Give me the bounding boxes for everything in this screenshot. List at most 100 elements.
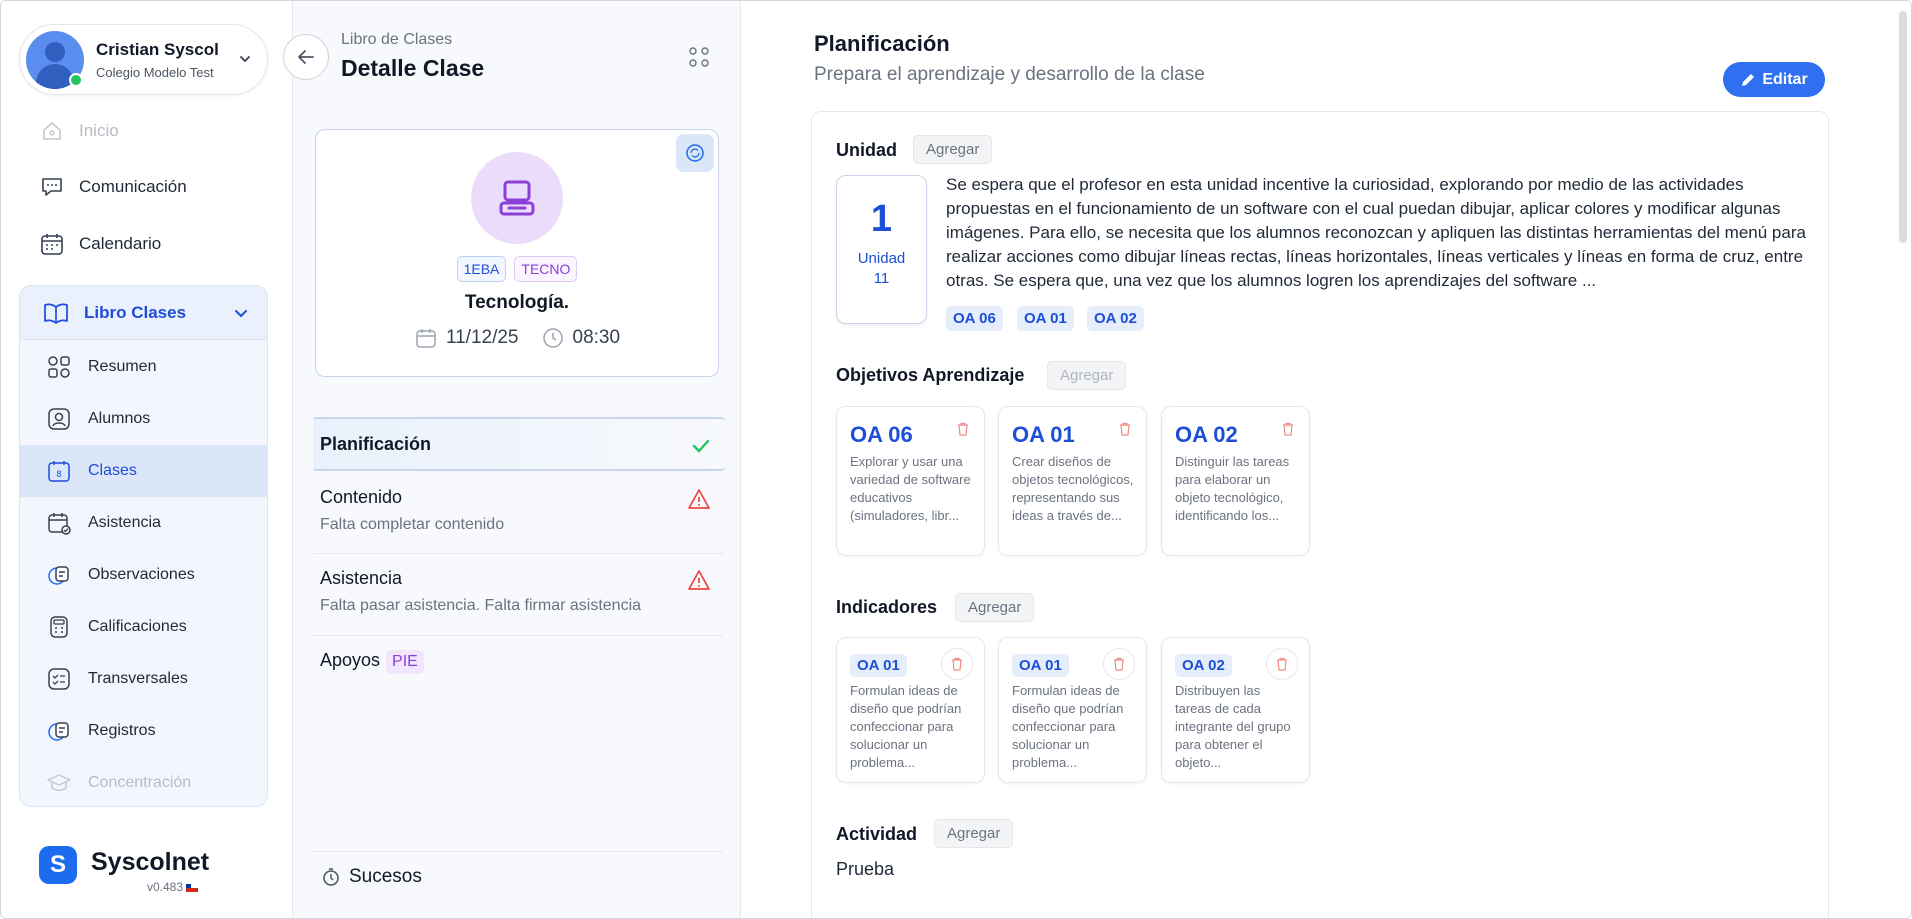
svg-text:8: 8	[56, 469, 61, 479]
trash-icon[interactable]	[956, 422, 970, 436]
unit-label: Unidad 11	[837, 249, 926, 289]
actividad-title: Actividad	[836, 824, 918, 844]
sidebar-item-resumen[interactable]: Resumen	[20, 341, 267, 393]
edit-button[interactable]: Editar	[1723, 62, 1825, 97]
sidebar-item-concentracion[interactable]: Concentración	[20, 757, 267, 806]
trash-icon	[952, 657, 962, 671]
back-button[interactable]	[283, 34, 329, 80]
calendar-icon	[39, 231, 65, 257]
options-dots-icon[interactable]	[687, 45, 711, 69]
indicator-card[interactable]: OA 01 Formulan ideas de diseño que podrí…	[836, 637, 985, 783]
syscolnet-logo: S	[39, 846, 77, 884]
sidebar-item-comunicacion[interactable]: Comunicación	[39, 172, 187, 202]
sidebar-item-label: Observaciones	[88, 566, 195, 583]
sidebar-item-transversales[interactable]: Transversales	[20, 653, 267, 705]
divider	[313, 635, 723, 636]
unidad-agregar-button[interactable]: Agregar	[913, 135, 993, 164]
indicator-description: Formulan ideas de diseño que podrían con…	[850, 683, 962, 770]
divider	[313, 553, 723, 554]
sidebar-item-label: Inicio	[79, 121, 119, 140]
trash-icon	[1114, 657, 1124, 671]
indicator-description: Formulan ideas de diseño que podrían con…	[1012, 683, 1124, 770]
sidebar-item-observaciones[interactable]: Observaciones	[20, 549, 267, 601]
divider	[313, 851, 723, 852]
actividad-agregar-button[interactable]: Agregar	[934, 819, 1014, 848]
step-apoyos[interactable]: Apoyos PIE	[313, 650, 723, 674]
sidebar-item-label: Transversales	[88, 670, 188, 687]
chevron-down-icon	[235, 310, 247, 318]
delete-indicator-button[interactable]	[1103, 648, 1135, 680]
libro-clases-group: Libro Clases Resumen Alumnos 8 Clases As…	[19, 285, 268, 807]
user-name: Cristian Syscol	[96, 40, 219, 59]
warning-icon	[688, 570, 710, 590]
indicator-card[interactable]: OA 02 Distribuyen las tareas de cada int…	[1161, 637, 1310, 783]
step-title: Planificación	[320, 434, 432, 454]
pie-badge: PIE	[386, 650, 424, 674]
arrow-left-icon	[298, 50, 314, 64]
sidebar-item-libro-clases[interactable]: Libro Clases	[20, 286, 267, 340]
sidebar-item-label: Clases	[88, 462, 137, 479]
brand: S Syscolnet v0.483	[39, 846, 209, 894]
home-icon	[39, 118, 65, 144]
delete-indicator-button[interactable]	[941, 648, 973, 680]
refresh-button[interactable]	[676, 134, 714, 172]
edit-label: Editar	[1762, 70, 1808, 88]
breadcrumb: Libro de Clases	[341, 31, 453, 48]
version-text: v0.483	[147, 880, 184, 894]
trash-icon[interactable]	[1118, 422, 1132, 436]
notes-icon	[46, 562, 72, 588]
refresh-icon	[686, 144, 704, 162]
step-title: Asistencia	[320, 568, 403, 588]
oa-card[interactable]: OA 02 Distinguir las tareas para elabora…	[1161, 406, 1310, 556]
sidebar-item-calendario[interactable]: Calendario	[39, 229, 161, 259]
step-planificacion[interactable]: Planificación	[313, 417, 725, 471]
step-asistencia[interactable]: Asistencia Falta pasar asistencia. Falta…	[313, 568, 723, 615]
unidad-title: Unidad	[836, 140, 897, 160]
clock-icon	[541, 326, 565, 350]
objetivos-agregar-button[interactable]: Agregar	[1047, 361, 1127, 390]
unit-oa-chip: OA 02	[1087, 306, 1144, 331]
sidebar-item-asistencia[interactable]: Asistencia	[20, 497, 267, 549]
scrollbar[interactable]	[1899, 11, 1907, 243]
sidebar-item-alumnos[interactable]: Alumnos	[20, 393, 267, 445]
apoyos-label: Apoyos	[320, 650, 381, 670]
oa-card[interactable]: OA 01 Crear diseños de objetos tecnológi…	[998, 406, 1147, 556]
delete-indicator-button[interactable]	[1266, 648, 1298, 680]
section-title: Planificación	[814, 31, 950, 56]
book-icon	[42, 299, 70, 327]
step-title: Apoyos PIE	[313, 650, 723, 674]
trash-icon	[1277, 657, 1287, 671]
sidebar-item-label: Alumnos	[88, 410, 151, 427]
unit-label-sub: 11	[873, 270, 890, 287]
sucesos-button[interactable]: Sucesos	[321, 866, 422, 888]
trash-icon[interactable]	[1281, 422, 1295, 436]
grid-icon	[46, 354, 72, 380]
unit-oa-chip: OA 06	[946, 306, 1003, 331]
sidebar-item-label: Registros	[88, 722, 156, 739]
sidebar-item-registros[interactable]: Registros	[20, 705, 267, 757]
sidebar-item-calificaciones[interactable]: Calificaciones	[20, 601, 267, 653]
class-datetime: 11/12/25 08:30	[316, 326, 718, 350]
sidebar-item-clases[interactable]: 8 Clases	[20, 445, 267, 497]
chevron-down-icon	[240, 56, 250, 63]
oa-card[interactable]: OA 06 Explorar y usar una variedad de so…	[836, 406, 985, 556]
sucesos-label: Sucesos	[349, 866, 422, 887]
app-window: Cristian Syscol Colegio Modelo Test Inic…	[0, 0, 1912, 919]
timer-icon	[321, 867, 341, 887]
class-time: 08:30	[572, 327, 621, 348]
oa-code: OA 06	[850, 422, 913, 447]
graduation-cap-icon	[46, 770, 72, 796]
step-contenido[interactable]: Contenido Falta completar contenido	[313, 487, 723, 534]
class-card: 1EBA TECNO Tecnología. 11/12/25 08:30	[315, 129, 719, 377]
section-subtitle: Prepara el aprendizaje y desarrollo de l…	[814, 64, 1205, 85]
libro-clases-label: Libro Clases	[84, 302, 187, 322]
user-icon	[46, 406, 72, 432]
oa-code: OA 01	[1012, 422, 1075, 447]
sidebar-item-inicio[interactable]: Inicio	[39, 116, 119, 146]
version-label: v0.483	[147, 880, 199, 894]
calculator-icon	[46, 614, 72, 640]
user-menu[interactable]: Cristian Syscol Colegio Modelo Test	[19, 24, 268, 95]
indicadores-agregar-button[interactable]: Agregar	[955, 593, 1035, 622]
unit-box: 1 Unidad 11	[836, 175, 927, 324]
indicator-card[interactable]: OA 01 Formulan ideas de diseño que podrí…	[998, 637, 1147, 783]
